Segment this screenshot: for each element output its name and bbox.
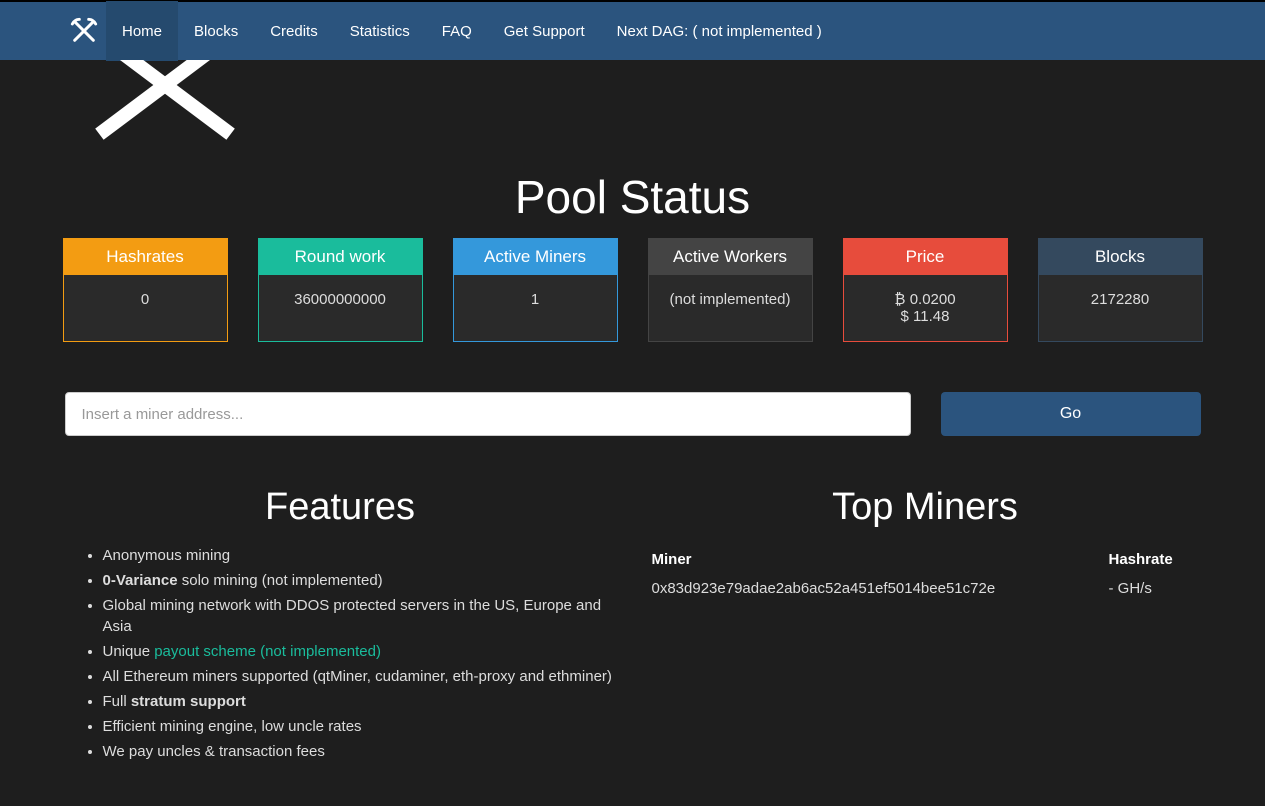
nav-item-credits[interactable]: Credits	[254, 1, 334, 61]
features-list: Anonymous mining 0-Variance solo mining (…	[63, 545, 618, 762]
nav-item-get-support[interactable]: Get Support	[488, 1, 601, 61]
stat-value: 36000000000	[259, 275, 422, 324]
feature-bold: stratum support	[131, 693, 246, 710]
feature-bold: 0-Variance	[103, 572, 178, 589]
stat-value: 2172280	[1039, 275, 1202, 324]
go-button[interactable]: Go	[941, 392, 1201, 436]
miner-address[interactable]: 0x83d923e79adae2ab6ac52a451ef5014bee51c7…	[652, 580, 1109, 597]
feature-item: 0-Variance solo mining (not implemented)	[103, 570, 618, 591]
feature-item: Anonymous mining	[103, 545, 618, 566]
search-row: Go	[63, 392, 1203, 436]
pickaxe-large-icon	[85, 60, 255, 140]
price-usd: $ 11.48	[850, 308, 1001, 325]
brand-logo[interactable]	[62, 1, 106, 61]
stat-label: Blocks	[1039, 239, 1202, 275]
feature-item: We pay uncles & transaction fees	[103, 741, 618, 762]
stat-value: ₿ 0.0200 $ 11.48	[844, 275, 1007, 341]
stat-active-workers: Active Workers (not implemented)	[648, 238, 813, 342]
nav-item-statistics[interactable]: Statistics	[334, 1, 426, 61]
features-column: Features Anonymous mining 0-Variance solo…	[63, 486, 618, 766]
price-btc: ₿ 0.0200	[850, 291, 1001, 308]
stat-active-miners: Active Miners 1	[453, 238, 618, 342]
top-miners-column: Top Miners Miner Hashrate 0x83d923e79ada…	[648, 486, 1203, 766]
pickaxe-icon	[70, 17, 98, 45]
feature-item: Efficient mining engine, low uncle rates	[103, 716, 618, 737]
stat-hashrates: Hashrates 0	[63, 238, 228, 342]
table-header: Miner Hashrate	[648, 545, 1203, 574]
top-miners-title: Top Miners	[648, 486, 1203, 529]
stat-label: Active Miners	[454, 239, 617, 275]
col-hashrate: Hashrate	[1109, 551, 1199, 568]
navbar: HomeBlocksCreditsStatisticsFAQGet Suppor…	[0, 0, 1265, 60]
nav-item-blocks[interactable]: Blocks	[178, 1, 254, 61]
stat-label: Price	[844, 239, 1007, 275]
feature-item: Global mining network with DDOS protecte…	[103, 595, 618, 637]
col-miner: Miner	[652, 551, 1109, 568]
stat-value: 1	[454, 275, 617, 324]
stat-price: Price ₿ 0.0200 $ 11.48	[843, 238, 1008, 342]
miner-hashrate: - GH/s	[1109, 580, 1199, 597]
stat-value: 0	[64, 275, 227, 324]
table-row: 0x83d923e79adae2ab6ac52a451ef5014bee51c7…	[648, 574, 1203, 603]
stats-row: Hashrates 0 Round work 36000000000 Activ…	[63, 238, 1203, 342]
feature-item: Full stratum support	[103, 691, 618, 712]
miner-address-input[interactable]	[65, 392, 911, 436]
nav-item-faq[interactable]: FAQ	[426, 1, 488, 61]
stat-value: (not implemented)	[649, 275, 812, 324]
stat-label: Hashrates	[64, 239, 227, 275]
features-title: Features	[63, 486, 618, 529]
nav-item-home[interactable]: Home	[106, 1, 178, 61]
payout-scheme-link[interactable]: payout scheme (not implemented)	[154, 643, 381, 660]
stat-label: Round work	[259, 239, 422, 275]
feature-item: Unique payout scheme (not implemented)	[103, 641, 618, 662]
hero-logo	[85, 60, 1265, 140]
feature-item: All Ethereum miners supported (qtMiner, …	[103, 666, 618, 687]
stat-blocks: Blocks 2172280	[1038, 238, 1203, 342]
stat-label: Active Workers	[649, 239, 812, 275]
top-miners-table: Miner Hashrate 0x83d923e79adae2ab6ac52a4…	[648, 545, 1203, 603]
pool-status-title: Pool Status	[63, 170, 1203, 224]
nav-item-next-dag-not-implemented[interactable]: Next DAG: ( not implemented )	[601, 1, 838, 61]
stat-round-work: Round work 36000000000	[258, 238, 423, 342]
